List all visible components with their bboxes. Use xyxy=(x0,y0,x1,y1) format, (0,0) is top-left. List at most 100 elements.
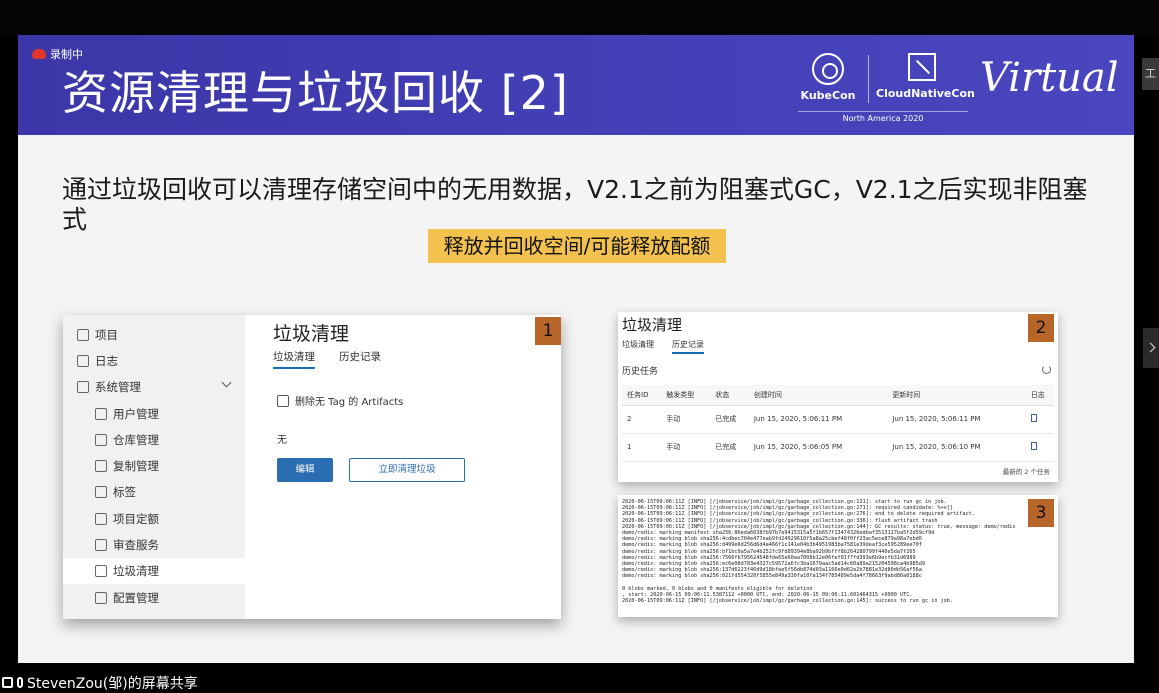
cell-status: 已完成 xyxy=(710,405,749,434)
sidebar-item-interrogation[interactable]: 审查服务 xyxy=(95,533,159,557)
step-badge: 3 xyxy=(1028,499,1054,527)
gc-log-output: 2020-06-15T09:06:11Z [INFO] [/jobservice… xyxy=(622,499,1016,605)
table-header: 任务ID 触发类型 状态 创建时间 更新时间 日志 xyxy=(622,385,1054,406)
screen-share-label: StevenZou(邹)的屏幕共享 xyxy=(27,675,198,692)
chevron-right-icon[interactable] xyxy=(1143,328,1159,368)
schedule-value: 无 xyxy=(277,435,287,446)
sidebar-item-label: 标签 xyxy=(113,485,136,499)
history-table: 任务ID 触发类型 状态 创建时间 更新时间 日志 2 手动 已完成 Jun 1… xyxy=(622,385,1054,462)
sidebar-item-logs[interactable]: 日志 xyxy=(77,349,118,373)
table-footer: 最新的 2 个任务 xyxy=(1002,468,1050,476)
screen: 录制中 资源清理与垃圾回收 [2] KubeCon CloudNativeCon… xyxy=(0,0,1159,693)
tab-bar: 垃圾清理 历史记录 xyxy=(622,339,704,354)
step-badge: 1 xyxy=(535,317,561,345)
highlight-box: 释放并回收空间/可能释放配额 xyxy=(428,229,726,263)
kubecon-logo: KubeCon xyxy=(798,53,858,102)
sidebar-item-config[interactable]: 配置管理 xyxy=(95,586,159,610)
page-title: 垃圾清理 xyxy=(622,316,683,334)
sidebar-item-label: 仓库管理 xyxy=(113,433,159,447)
checkbox-label: 删除无 Tag 的 Artifacts xyxy=(295,397,404,408)
sidebar-item-label: 复制管理 xyxy=(113,459,159,473)
sidebar-item-labels[interactable]: 标签 xyxy=(95,480,136,504)
side-panel-tab[interactable]: 工 xyxy=(1142,58,1159,90)
cell-trigger: 手动 xyxy=(661,405,711,434)
event-logos: KubeCon CloudNativeCon North America 202… xyxy=(798,49,1128,125)
projects-icon xyxy=(77,329,89,341)
gear-icon xyxy=(95,592,107,604)
top-bar xyxy=(0,0,1159,35)
column-header: 创建时间 xyxy=(748,385,888,406)
sidebar-item-label: 项目定额 xyxy=(113,512,159,526)
sidebar-item-replication[interactable]: 复制管理 xyxy=(95,454,159,478)
admin-icon xyxy=(77,381,89,393)
screen-share-bar: StevenZou(邹)的屏幕共享 xyxy=(0,672,198,693)
registry-icon xyxy=(95,434,107,446)
tab-gc[interactable]: 垃圾清理 xyxy=(273,349,315,369)
log-document-icon[interactable] xyxy=(1030,414,1037,422)
cell-id: 1 xyxy=(622,433,662,462)
cell-updated: Jun 15, 2020, 5:06:10 PM xyxy=(887,433,1026,462)
tab-history[interactable]: 历史记录 xyxy=(339,349,381,369)
delete-untagged-checkbox[interactable] xyxy=(277,394,289,407)
shield-icon xyxy=(95,539,107,551)
sidebar-item-label: 审查服务 xyxy=(113,538,159,552)
tag-icon xyxy=(95,486,107,498)
replication-icon xyxy=(95,460,107,472)
column-header: 触发类型 xyxy=(661,385,711,406)
cell-created: Jun 15, 2020, 5:06:05 PM xyxy=(748,433,888,462)
column-header: 日志 xyxy=(1025,385,1054,406)
chevron-down-icon[interactable] xyxy=(221,377,232,388)
screen-share-icon xyxy=(2,677,13,688)
cell-log xyxy=(1025,433,1054,462)
recording-cloud-icon xyxy=(32,49,46,59)
quota-icon xyxy=(95,513,107,525)
tab-bar: 垃圾清理 历史记录 xyxy=(273,349,381,369)
presentation-slide: 录制中 资源清理与垃圾回收 [2] KubeCon CloudNativeCon… xyxy=(18,35,1134,663)
sidebar: 项目 日志 系统管理 用户管理 仓库管理 复制管理 标签 项目定额 审查服务 垃… xyxy=(63,315,245,619)
cell-id: 2 xyxy=(622,405,662,434)
slide-title: 资源清理与垃圾回收 [2] xyxy=(62,66,569,120)
cell-trigger: 手动 xyxy=(661,433,711,462)
edit-button[interactable]: 编辑 xyxy=(277,458,333,482)
sidebar-item-registries[interactable]: 仓库管理 xyxy=(95,428,159,452)
sidebar-item-gc[interactable]: 垃圾清理 xyxy=(95,559,159,583)
tab-history[interactable]: 历史记录 xyxy=(672,339,704,354)
sidebar-item-label: 系统管理 xyxy=(95,380,141,394)
cell-created: Jun 15, 2020, 5:06:11 PM xyxy=(748,405,888,434)
cncf-logo: CloudNativeCon xyxy=(876,53,975,100)
step-badge: 2 xyxy=(1028,314,1054,342)
logo-divider xyxy=(868,55,869,103)
column-header: 状态 xyxy=(710,385,749,406)
history-subtitle: 历史任务 xyxy=(622,367,659,377)
sidebar-item-users[interactable]: 用户管理 xyxy=(95,402,159,426)
sidebar-item-projects[interactable]: 项目 xyxy=(77,323,118,347)
microphone-icon xyxy=(17,677,23,688)
cncf-icon xyxy=(908,53,936,81)
sidebar-item-label: 项目 xyxy=(95,328,118,342)
gc-history-screenshot: 垃圾清理 垃圾清理 历史记录 2 历史任务 任务ID 触发类型 状态 创建时间 … xyxy=(618,312,1058,482)
region-label: North America 2020 xyxy=(798,111,968,123)
slide-description: 通过垃圾回收可以清理存储空间中的无用数据，V2.1之前为阻塞式GC，V2.1之后… xyxy=(62,175,1088,234)
sidebar-item-label: 用户管理 xyxy=(113,407,159,421)
logs-icon xyxy=(77,355,89,367)
cell-log xyxy=(1025,405,1054,434)
column-header: 任务ID xyxy=(622,385,662,406)
delete-untagged-option[interactable]: 删除无 Tag 的 Artifacts xyxy=(277,393,403,408)
refresh-icon[interactable] xyxy=(1042,365,1051,374)
sidebar-item-label: 日志 xyxy=(95,354,118,368)
kubecon-label: KubeCon xyxy=(800,89,856,102)
cell-status: 已完成 xyxy=(710,433,749,462)
users-icon xyxy=(95,408,107,420)
log-document-icon[interactable] xyxy=(1030,442,1037,450)
cncf-label: CloudNativeCon xyxy=(876,87,975,100)
gc-settings-screenshot: 项目 日志 系统管理 用户管理 仓库管理 复制管理 标签 项目定额 审查服务 垃… xyxy=(63,315,561,619)
sidebar-item-label: 垃圾清理 xyxy=(113,564,159,578)
tab-gc[interactable]: 垃圾清理 xyxy=(622,339,654,354)
slide-banner: 录制中 资源清理与垃圾回收 [2] KubeCon CloudNativeCon… xyxy=(18,35,1134,135)
column-header: 更新时间 xyxy=(887,385,1026,406)
sidebar-item-admin[interactable]: 系统管理 xyxy=(77,375,141,399)
sidebar-item-quotas[interactable]: 项目定额 xyxy=(95,507,159,531)
gc-now-button[interactable]: 立即清理垃圾 xyxy=(349,458,465,482)
gc-log-screenshot: 2020-06-15T09:06:11Z [INFO] [/jobservice… xyxy=(618,495,1058,617)
virtual-label: Virtual xyxy=(980,55,1119,101)
